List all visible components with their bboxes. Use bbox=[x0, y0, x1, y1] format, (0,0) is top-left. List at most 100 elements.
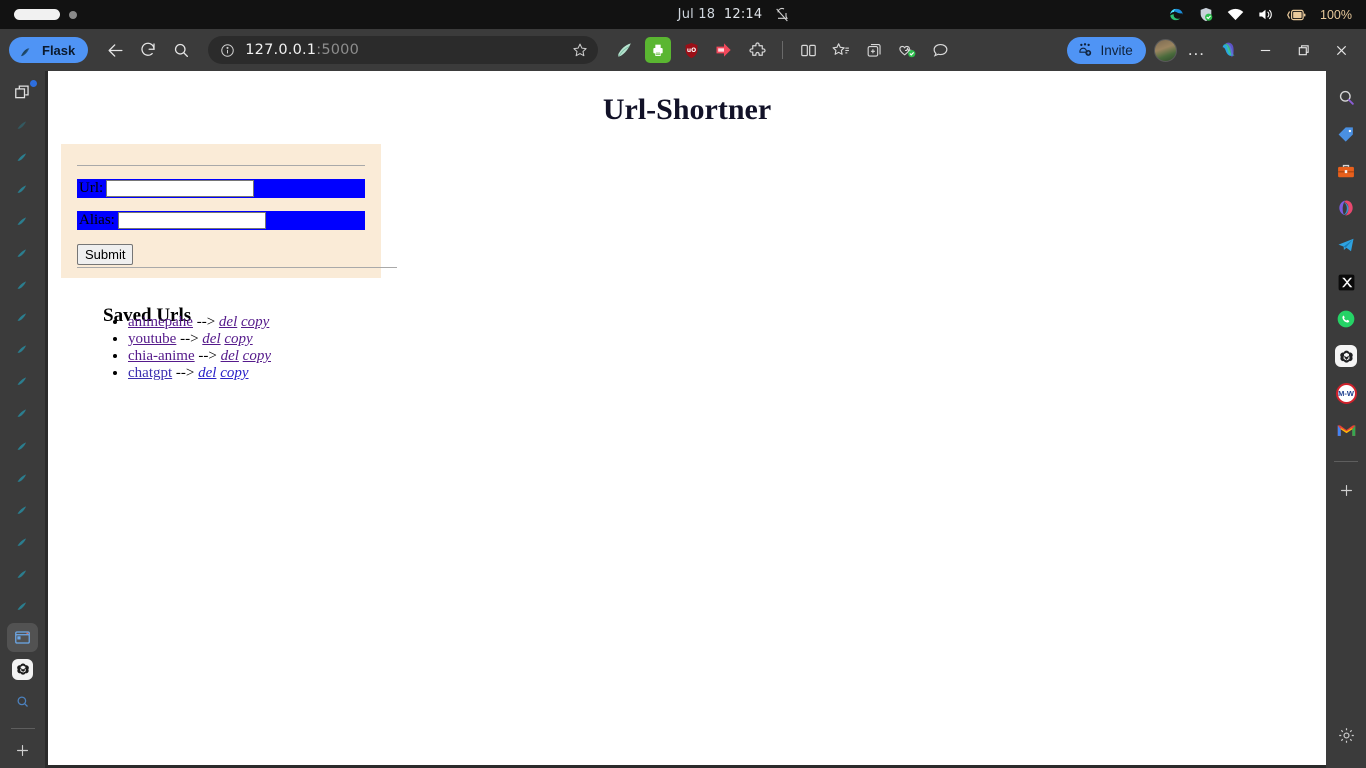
battery-charging-icon[interactable] bbox=[1287, 8, 1307, 22]
sidebar-tab-6[interactable] bbox=[7, 270, 38, 299]
taskbar-dot-indicator[interactable] bbox=[69, 10, 77, 19]
copy-link[interactable]: copy bbox=[220, 365, 248, 381]
taskbar-clock[interactable]: Jul 18 12:14 bbox=[678, 7, 763, 22]
alias-input[interactable] bbox=[117, 212, 266, 229]
address-bar[interactable]: 127.0.0.1:5000 bbox=[208, 36, 599, 64]
briefcase-icon[interactable] bbox=[1332, 157, 1360, 185]
sidebar-tab-3[interactable] bbox=[7, 174, 38, 203]
invite-button[interactable]: Invite bbox=[1066, 36, 1146, 64]
price-tag-icon[interactable] bbox=[1332, 120, 1360, 148]
split-screen-icon[interactable] bbox=[795, 37, 821, 63]
sidebar-tab-4[interactable] bbox=[7, 206, 38, 235]
close-icon[interactable] bbox=[1326, 35, 1356, 65]
sidebar-tab-12[interactable] bbox=[7, 463, 38, 492]
clock-date: Jul 18 bbox=[677, 7, 716, 22]
sidebar-tab-7[interactable] bbox=[7, 302, 38, 331]
openai-icon[interactable] bbox=[1332, 342, 1360, 370]
star-icon[interactable] bbox=[572, 42, 588, 58]
info-circle-icon[interactable] bbox=[220, 43, 235, 58]
volume-icon[interactable] bbox=[1257, 7, 1274, 22]
sidebar-tab-1[interactable] bbox=[7, 110, 38, 139]
gear-icon[interactable] bbox=[1332, 721, 1360, 749]
search-icon[interactable] bbox=[1332, 83, 1360, 111]
invite-people-icon bbox=[1076, 42, 1094, 58]
address-bar-url[interactable]: 127.0.0.1:5000 bbox=[245, 42, 562, 58]
extension-icons: uO bbox=[612, 37, 953, 63]
sidebar-tab-15[interactable] bbox=[7, 559, 38, 588]
edge-logo-icon[interactable] bbox=[1168, 6, 1185, 23]
wifi-icon[interactable] bbox=[1227, 8, 1244, 21]
form-divider-top bbox=[77, 165, 365, 166]
delete-link[interactable]: del bbox=[202, 331, 220, 347]
saved-url-link[interactable]: animepahe bbox=[128, 314, 193, 330]
red-arrow-extension-icon[interactable] bbox=[711, 37, 737, 63]
tab-copy-badge-icon[interactable] bbox=[7, 78, 38, 107]
collections-add-icon[interactable] bbox=[861, 37, 887, 63]
sidebar-add-icon[interactable] bbox=[7, 736, 38, 765]
telegram-icon[interactable] bbox=[1332, 231, 1360, 259]
back-arrow-icon[interactable] bbox=[100, 35, 130, 65]
rocket-feather-extension-icon[interactable] bbox=[612, 37, 638, 63]
microsoft-365-icon[interactable] bbox=[1332, 194, 1360, 222]
green-printer-extension-icon[interactable] bbox=[645, 37, 672, 63]
sidebar-active-window-icon[interactable] bbox=[7, 622, 38, 652]
copy-link[interactable]: copy bbox=[241, 314, 269, 330]
search-icon[interactable] bbox=[166, 35, 196, 65]
x-twitter-icon[interactable] bbox=[1332, 268, 1360, 296]
ublock-shield-extension-icon[interactable]: uO bbox=[678, 37, 704, 63]
browser-tab-flask[interactable]: Flask bbox=[9, 37, 89, 63]
bell-off-icon[interactable] bbox=[774, 7, 790, 23]
avatar[interactable] bbox=[1153, 38, 1177, 62]
delete-link[interactable]: del bbox=[219, 314, 237, 330]
svg-text:uO: uO bbox=[687, 47, 696, 54]
copilot-icon[interactable] bbox=[1216, 37, 1242, 63]
sidebar-search-icon[interactable] bbox=[7, 687, 38, 716]
arrow-separator: --> bbox=[175, 365, 195, 381]
minimize-icon[interactable] bbox=[1250, 35, 1280, 65]
saved-url-link[interactable]: youtube bbox=[128, 331, 176, 347]
right-sidebar-divider bbox=[1334, 461, 1358, 462]
url-field-label: Url: bbox=[79, 180, 104, 196]
submit-button[interactable]: Submit bbox=[77, 244, 134, 265]
sidebar-tab-11[interactable] bbox=[7, 431, 38, 460]
alias-field-label: Alias: bbox=[79, 212, 115, 228]
list-item: youtube --> del copy bbox=[128, 331, 271, 348]
sidebar-openai-icon[interactable] bbox=[7, 655, 38, 684]
shield-check-icon[interactable] bbox=[1198, 6, 1214, 23]
arrow-separator: --> bbox=[180, 331, 199, 347]
sidebar-tab-13[interactable] bbox=[7, 495, 38, 524]
delete-link[interactable]: del bbox=[221, 348, 239, 364]
reload-icon[interactable] bbox=[133, 35, 163, 65]
puzzle-piece-extensions-icon[interactable] bbox=[744, 37, 770, 63]
favorites-star-list-icon[interactable] bbox=[828, 37, 854, 63]
delete-link[interactable]: del bbox=[198, 365, 216, 381]
navigation-buttons bbox=[100, 35, 196, 65]
sidebar-tab-8[interactable] bbox=[7, 334, 38, 363]
url-input[interactable] bbox=[106, 180, 255, 197]
sidebar-tab-14[interactable] bbox=[7, 527, 38, 556]
sidebar-tab-10[interactable] bbox=[7, 398, 38, 427]
sidebar-tab-2[interactable] bbox=[7, 142, 38, 171]
chat-bubble-icon[interactable] bbox=[927, 37, 953, 63]
whatsapp-icon[interactable] bbox=[1332, 305, 1360, 333]
toolbar-divider bbox=[782, 41, 784, 59]
browser-essentials-heart-icon[interactable] bbox=[894, 37, 920, 63]
saved-url-link[interactable]: chia-anime bbox=[128, 348, 195, 364]
arrow-separator: --> bbox=[198, 348, 217, 364]
saved-url-link[interactable]: chatgpt bbox=[128, 365, 172, 381]
url-port: :5000 bbox=[316, 42, 360, 58]
gmail-icon[interactable] bbox=[1332, 416, 1360, 444]
copy-link[interactable]: copy bbox=[243, 348, 271, 364]
browser-tab-label: Flask bbox=[42, 42, 76, 58]
right-sidebar-add-icon[interactable] bbox=[1332, 476, 1360, 504]
more-settings-button[interactable]: ... bbox=[1185, 40, 1208, 60]
merriam-webster-icon[interactable]: M-W bbox=[1332, 379, 1360, 407]
restore-icon[interactable] bbox=[1288, 35, 1318, 65]
form-divider-bottom bbox=[77, 267, 397, 268]
taskbar-pill-indicator[interactable] bbox=[14, 9, 60, 20]
sidebar-tab-5[interactable] bbox=[7, 238, 38, 267]
page-title: Url-Shortner bbox=[602, 93, 772, 126]
sidebar-tab-16[interactable] bbox=[7, 591, 38, 620]
sidebar-tab-9[interactable] bbox=[7, 366, 38, 395]
copy-link[interactable]: copy bbox=[224, 331, 252, 347]
